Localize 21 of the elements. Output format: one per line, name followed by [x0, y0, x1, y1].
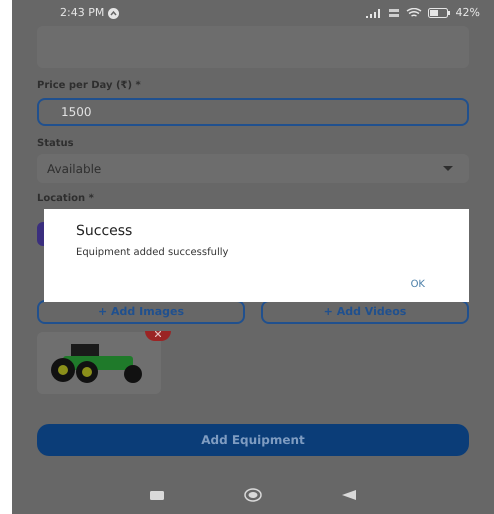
app-notification-icon — [108, 8, 120, 18]
battery-percentage: 42% — [456, 4, 480, 21]
wifi-icon — [406, 8, 422, 18]
dialog-title: Success — [76, 222, 134, 241]
dialog-message: Equipment added successfully — [76, 246, 230, 260]
status-label: Status — [37, 137, 75, 151]
location-label: Location * — [37, 192, 95, 206]
status-time: 2:43 PM — [60, 4, 104, 21]
recent-apps-icon[interactable] — [150, 490, 164, 500]
remove-photo-button[interactable] — [145, 331, 171, 341]
dropdown-caret-icon — [443, 166, 453, 171]
ok-button[interactable]: OK — [410, 277, 425, 292]
price-label: Price per Day (₹) * — [37, 79, 142, 93]
close-icon — [155, 331, 161, 337]
home-icon[interactable] — [244, 488, 262, 502]
signal-icon — [366, 8, 382, 18]
price-input[interactable]: 1500 — [37, 98, 469, 126]
add-equipment-button[interactable]: Add Equipment — [37, 424, 469, 456]
back-icon[interactable] — [342, 490, 356, 500]
status-dropdown[interactable]: Available — [37, 154, 469, 183]
battery-icon — [428, 8, 450, 18]
